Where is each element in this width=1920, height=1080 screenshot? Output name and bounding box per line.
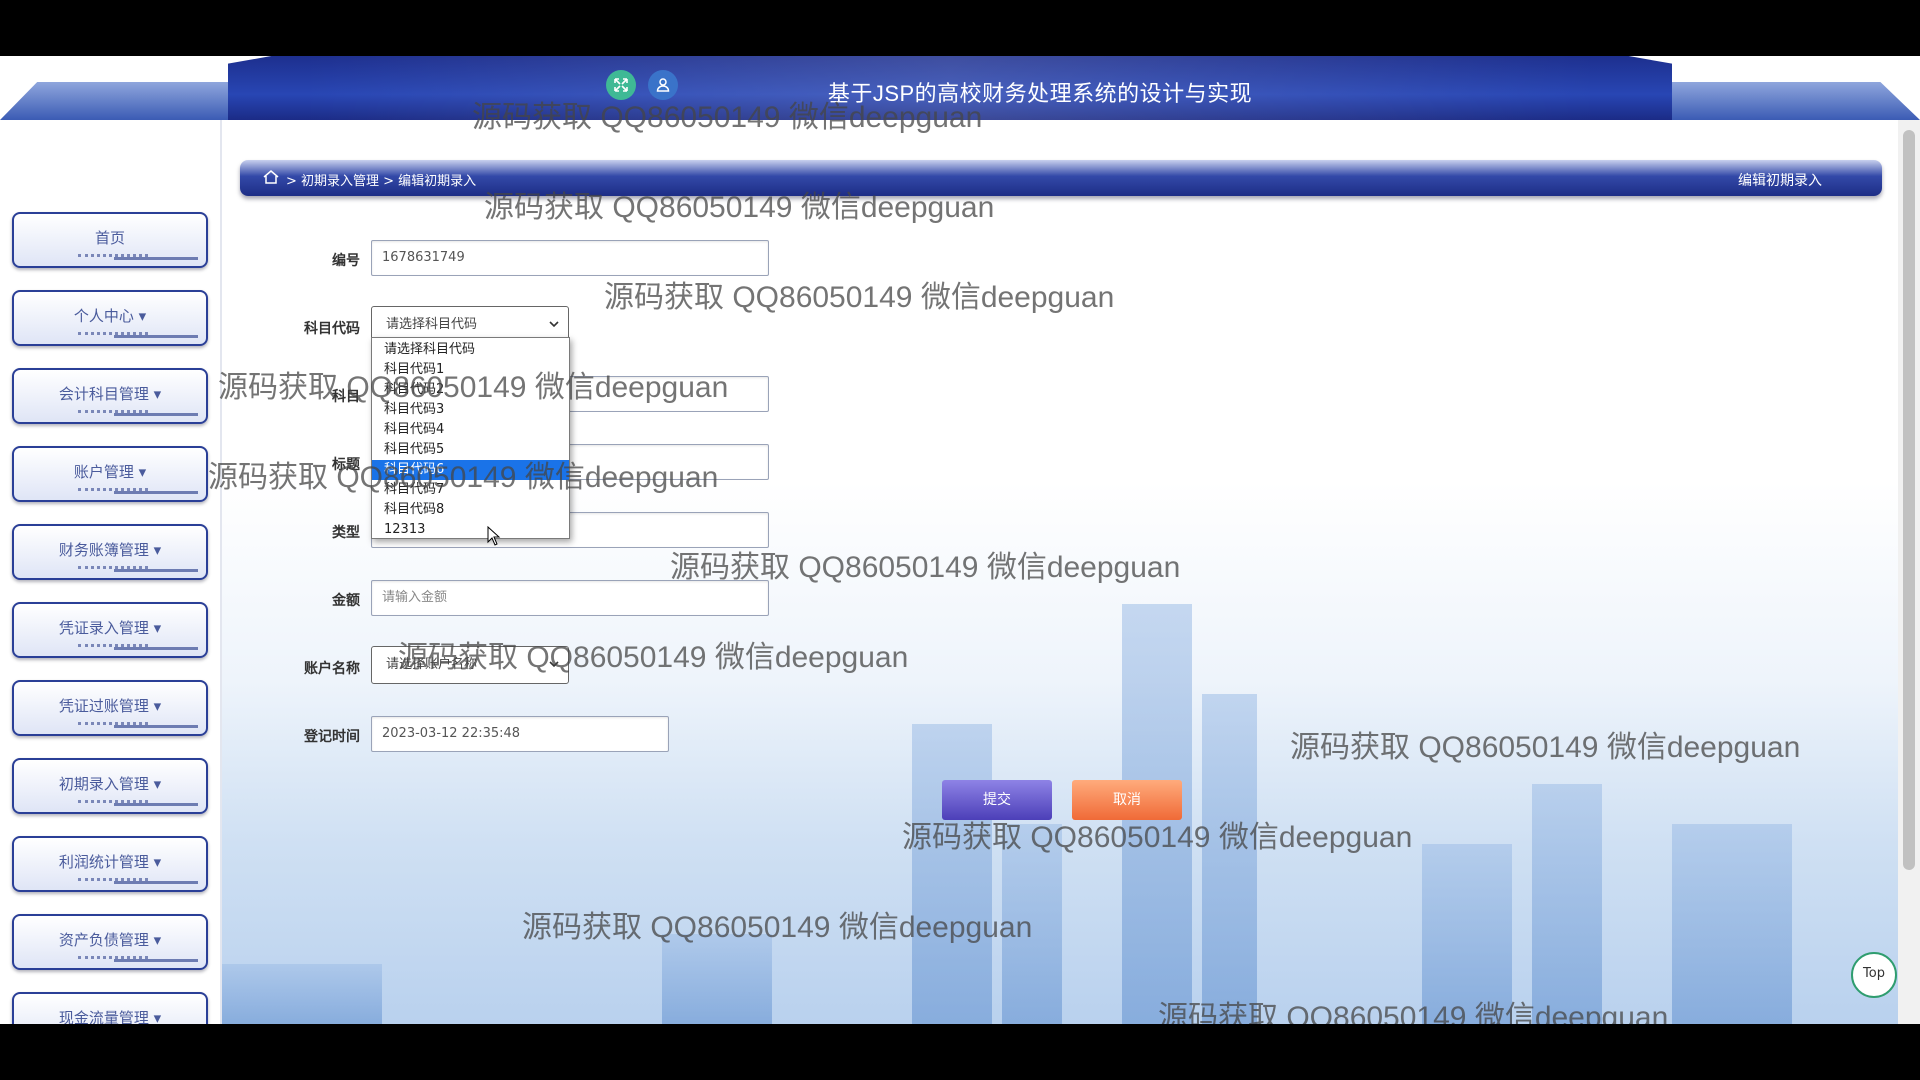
sidebar: 首页 个人中心 ▾ 会计科目管理 ▾ 账户管理 ▾ 财务账簿管理 ▾ 凭证录入管… [0,120,222,1024]
type-label: 类型 [332,525,360,541]
cancel-button[interactable]: 取消 [1072,780,1182,820]
number-field[interactable]: 1678631749 [371,240,769,276]
chevron-down-icon [549,321,559,328]
scroll-thumb[interactable] [1903,130,1915,870]
amount-field[interactable]: 请输入金额 [371,580,769,616]
dropdown-option-highlighted[interactable]: 科目代码6 [372,460,569,480]
dropdown-option[interactable]: 科目代码8 [372,500,569,520]
subject-label: 科目 [332,389,360,405]
sidebar-item-profit-stats[interactable]: 利润统计管理 ▾ [12,836,208,892]
sidebar-item-balance-sheet[interactable]: 资产负债管理 ▾ [12,914,208,970]
sidebar-item-voucher-posting[interactable]: 凭证过账管理 ▾ [12,680,208,736]
sidebar-item-initial-entry[interactable]: 初期录入管理 ▾ [12,758,208,814]
sidebar-item-home[interactable]: 首页 [12,212,208,268]
dropdown-option[interactable]: 12313 [372,520,569,540]
reg-time-field[interactable]: 2023-03-12 22:35:48 [371,716,669,752]
sidebar-item-ledger[interactable]: 财务账簿管理 ▾ [12,524,208,580]
main-content: > 初期录入管理 > 编辑初期录入 编辑初期录入 编号 1678631749 科… [222,120,1898,1024]
sidebar-item-personal-center[interactable]: 个人中心 ▾ [12,290,208,346]
chevron-down-icon [549,661,559,668]
app-title: 基于JSP的高校财务处理系统的设计与实现 [827,81,1253,106]
home-icon[interactable] [262,168,280,186]
dropdown-option[interactable]: 科目代码2 [372,380,569,400]
breadcrumb: > 初期录入管理 > 编辑初期录入 编辑初期录入 [240,160,1882,196]
header-bar: 基于JSP的高校财务处理系统的设计与实现 [0,56,1920,120]
reg-time-label: 登记时间 [304,729,360,745]
account-name-select[interactable]: 请选择账户名称 [371,646,569,684]
number-label: 编号 [332,253,360,269]
app-window: 基于JSP的高校财务处理系统的设计与实现 首页 个人中心 ▾ 会计科目管理 ▾ … [0,56,1920,1024]
title-label: 标题 [332,457,360,473]
dropdown-option[interactable]: 科目代码3 [372,400,569,420]
subject-code-label: 科目代码 [304,321,360,337]
amount-label: 金额 [332,593,360,609]
breadcrumb-path[interactable]: > 初期录入管理 > 编辑初期录入 [286,170,476,189]
back-to-top-button[interactable]: Top [1851,952,1897,998]
dropdown-option[interactable]: 科目代码4 [372,420,569,440]
dropdown-option[interactable]: 科目代码5 [372,440,569,460]
dropdown-option[interactable]: 科目代码1 [372,360,569,380]
sidebar-item-accounting-subject[interactable]: 会计科目管理 ▾ [12,368,208,424]
sidebar-item-cash-flow[interactable]: 现金流量管理 ▾ [12,992,208,1024]
submit-button[interactable]: 提交 [942,780,1052,820]
mouse-cursor-icon [487,526,501,546]
dropdown-option[interactable]: 请选择科目代码 [372,340,569,360]
sidebar-item-voucher-entry[interactable]: 凭证录入管理 ▾ [12,602,208,658]
dropdown-option[interactable]: 科目代码7 [372,480,569,500]
account-name-label: 账户名称 [304,661,360,677]
subject-code-dropdown[interactable]: 请选择科目代码 科目代码1 科目代码2 科目代码3 科目代码4 科目代码5 科目… [371,337,570,539]
sidebar-item-account[interactable]: 账户管理 ▾ [12,446,208,502]
vertical-scrollbar[interactable] [1898,120,1920,1024]
breadcrumb-current: 编辑初期录入 [1738,173,1822,189]
